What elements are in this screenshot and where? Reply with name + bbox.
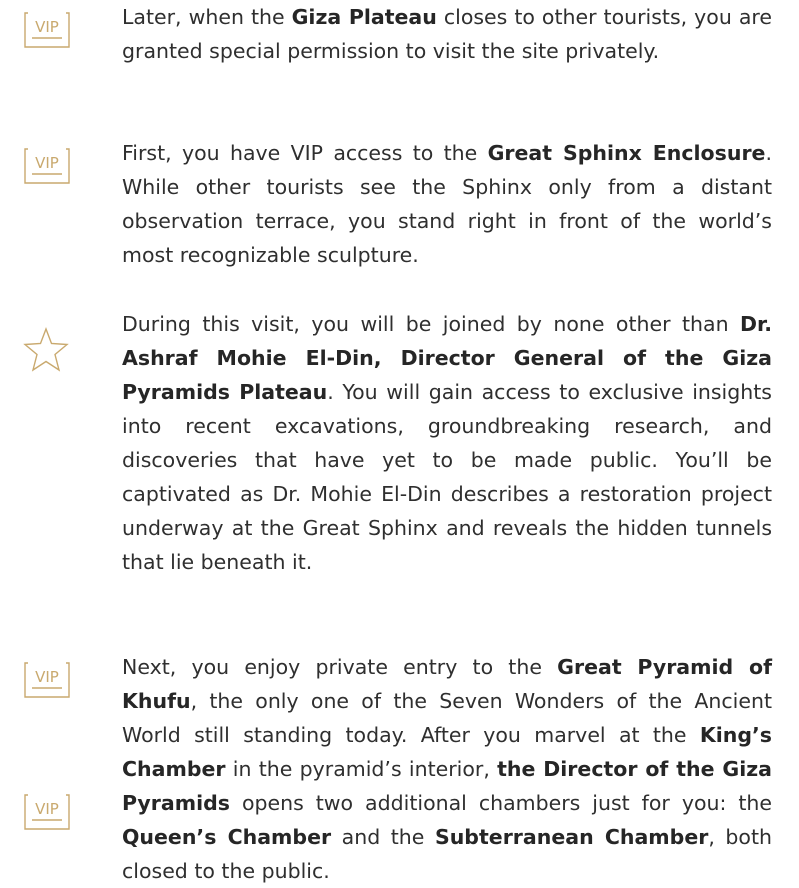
vip-icon: VIP [22,792,72,832]
paragraph-director-visit: During this visit, you will be joined by… [122,307,772,579]
svg-text:VIP: VIP [35,154,59,172]
body-text: During this visit, you will be joined by… [122,312,740,336]
svg-text:VIP: VIP [35,668,59,686]
body-text: and the [331,825,435,849]
highlight-text: Giza Plateau [291,5,437,29]
highlight-text: Subterranean Chamber [434,825,709,849]
itinerary-section: VIP Later, when the Giza Plateau closes … [0,0,799,883]
paragraph-great-pyramid: Next, you enjoy private entry to the Gre… [122,650,772,888]
svg-text:VIP: VIP [35,18,59,36]
highlight-text: Great Sphinx Enclosure [487,141,766,165]
body-text: Next, you enjoy private entry to the [122,655,558,679]
body-text: , the only one of the Seven Wonders of t… [122,689,772,747]
vip-icon: VIP [22,660,72,700]
highlight-text: Queen’s Chamber [122,825,332,849]
body-text: in the pyramid’s interior, [225,757,498,781]
paragraph-sphinx-enclosure: First, you have VIP access to the Great … [122,136,772,272]
star-icon [22,326,70,374]
svg-text:VIP: VIP [35,800,59,818]
body-text: . You will gain access to exclusive insi… [122,380,772,574]
paragraph-giza-plateau: Later, when the Giza Plateau closes to o… [122,0,772,68]
body-text: Later, when the [122,5,292,29]
body-text: opens two additional chambers just for y… [229,791,772,815]
vip-icon: VIP [22,10,72,50]
vip-icon: VIP [22,146,72,186]
body-text: First, you have VIP access to the [122,141,488,165]
